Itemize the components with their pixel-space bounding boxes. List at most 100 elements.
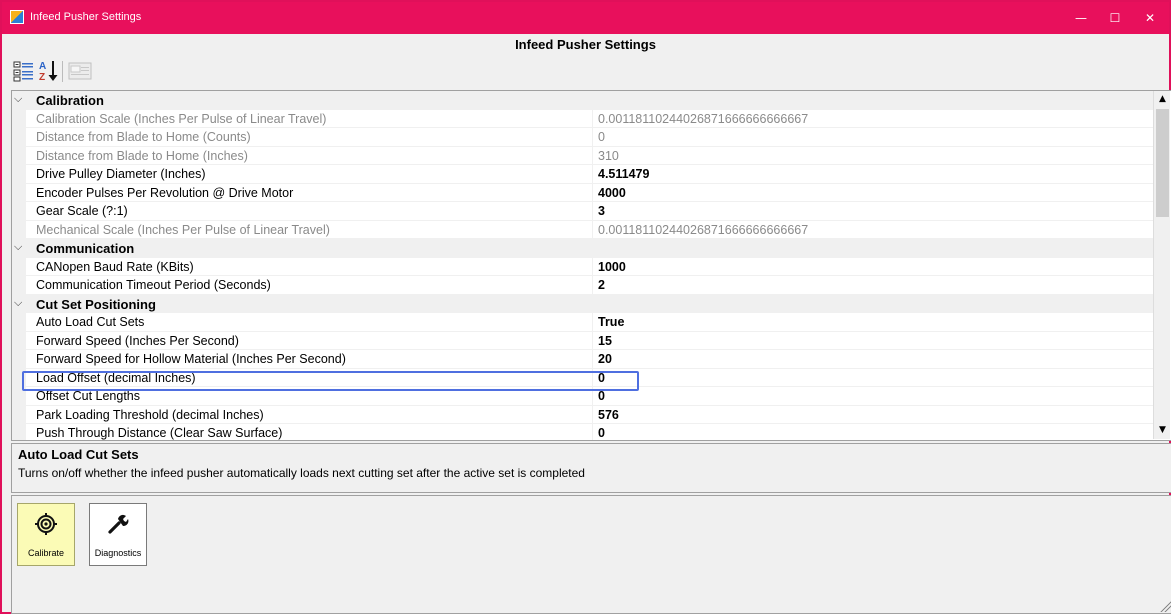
column-divider: [592, 257, 593, 275]
property-row[interactable]: Push Through Distance (Clear Saw Surface…: [12, 424, 1154, 440]
property-name: Distance from Blade to Home (Inches): [36, 148, 248, 163]
calibrate-button[interactable]: Calibrate: [17, 503, 75, 566]
property-value[interactable]: 1000: [598, 260, 626, 274]
category-row[interactable]: ⌵ Cut Set Positioning: [12, 294, 1154, 313]
property-value: 0.00118110244026871666666666667: [598, 222, 809, 237]
settings-window: Infeed Pusher Settings — ☐ ✕ Infeed Push…: [0, 0, 1171, 614]
property-name: Drive Pulley Diameter (Inches): [36, 167, 206, 181]
alphabetical-button[interactable]: A Z: [37, 58, 61, 84]
row-gutter: [12, 313, 26, 331]
property-value[interactable]: 20: [598, 352, 612, 366]
column-divider: [592, 424, 593, 440]
row-gutter: [12, 165, 26, 183]
target-icon: [35, 513, 57, 535]
help-title: Auto Load Cut Sets: [18, 447, 139, 462]
property-row[interactable]: Distance from Blade to Home (Inches) 310: [12, 146, 1154, 165]
column-divider: [592, 109, 593, 127]
row-gutter: [12, 109, 26, 127]
property-row[interactable]: Forward Speed for Hollow Material (Inche…: [12, 350, 1154, 369]
property-value[interactable]: 0: [598, 389, 605, 403]
property-value[interactable]: 2: [598, 278, 605, 292]
property-row[interactable]: Drive Pulley Diameter (Inches) 4.511479: [12, 165, 1154, 184]
property-row[interactable]: Distance from Blade to Home (Counts) 0: [12, 128, 1154, 147]
chevron-down-icon[interactable]: ⌵: [14, 296, 26, 310]
resize-grip[interactable]: [1159, 600, 1171, 612]
column-divider: [592, 128, 593, 146]
title-bar[interactable]: Infeed Pusher Settings — ☐ ✕: [2, 2, 1169, 34]
property-name: Gear Scale (?:1): [36, 204, 128, 218]
scroll-down-icon[interactable]: ▼: [1154, 422, 1171, 439]
maximize-button[interactable]: ☐: [1098, 2, 1132, 34]
property-name: Forward Speed for Hollow Material (Inche…: [36, 352, 346, 366]
category-label: Communication: [36, 241, 135, 256]
property-value[interactable]: 4.511479: [598, 167, 649, 181]
property-name: Push Through Distance (Clear Saw Surface…: [36, 426, 283, 440]
property-value: 0.00118110244026871666666666667: [598, 111, 809, 126]
property-row[interactable]: Park Loading Threshold (decimal Inches) 5…: [12, 405, 1154, 424]
help-description: Turns on/off whether the infeed pusher a…: [18, 466, 585, 480]
property-value[interactable]: True: [598, 315, 624, 329]
property-value: 310: [598, 148, 619, 163]
column-divider: [592, 165, 593, 183]
property-row[interactable]: Calibration Scale (Inches Per Pulse of L…: [12, 109, 1154, 128]
row-gutter: [12, 257, 26, 275]
column-divider: [592, 405, 593, 423]
property-name: CANopen Baud Rate (KBits): [36, 259, 194, 274]
scroll-up-icon[interactable]: ▲: [1154, 91, 1171, 108]
column-divider: [592, 313, 593, 331]
property-row[interactable]: Mechanical Scale (Inches Per Pulse of Li…: [12, 220, 1154, 239]
property-row[interactable]: Communication Timeout Period (Seconds) 2: [12, 276, 1154, 295]
minimize-button[interactable]: —: [1064, 2, 1098, 34]
svg-text:Z: Z: [39, 72, 45, 83]
chevron-down-icon[interactable]: ⌵: [14, 92, 26, 106]
app-icon: [10, 10, 24, 24]
property-value[interactable]: 0: [598, 426, 605, 440]
action-panel: Calibrate Diagnostics: [11, 495, 1171, 614]
wrench-icon: [108, 514, 129, 534]
chevron-down-icon[interactable]: ⌵: [14, 240, 26, 254]
property-row[interactable]: Encoder Pulses Per Revolution @ Drive Mo…: [12, 183, 1154, 202]
column-divider: [592, 202, 593, 220]
selection-highlight: [22, 371, 639, 391]
alphabetical-sort-icon: A Z: [39, 61, 58, 83]
property-name: Offset Cut Lengths: [36, 389, 140, 403]
property-value: 0: [598, 130, 605, 144]
property-row[interactable]: CANopen Baud Rate (KBits) 1000: [12, 257, 1154, 276]
property-value[interactable]: 576: [598, 408, 619, 422]
property-name: Forward Speed (Inches Per Second): [36, 333, 239, 348]
calibrate-label: Calibrate: [27, 548, 65, 558]
property-value[interactable]: 15: [598, 334, 612, 348]
property-name: Communication Timeout Period (Seconds): [36, 278, 271, 292]
diagnostics-label: Diagnostics: [94, 548, 142, 558]
window-title: Infeed Pusher Settings: [30, 11, 142, 23]
category-row[interactable]: ⌵ Communication: [12, 239, 1154, 258]
categorized-button[interactable]: [12, 58, 36, 84]
property-value[interactable]: 4000: [598, 186, 626, 200]
property-pages-icon: [68, 62, 92, 80]
svg-text:A: A: [39, 61, 46, 72]
column-divider: [592, 183, 593, 201]
vertical-scrollbar[interactable]: ▲ ▼: [1153, 91, 1170, 439]
column-divider: [592, 331, 593, 349]
property-name: Encoder Pulses Per Revolution @ Drive Mo…: [36, 185, 294, 200]
property-value[interactable]: 3: [598, 204, 605, 218]
category-row[interactable]: ⌵ Calibration: [12, 91, 1154, 110]
diagnostics-button[interactable]: Diagnostics: [89, 503, 147, 566]
property-row[interactable]: Gear Scale (?:1) 3: [12, 202, 1154, 221]
property-name: Mechanical Scale (Inches Per Pulse of Li…: [36, 222, 330, 237]
column-divider: [592, 220, 593, 238]
column-divider: [592, 350, 593, 368]
row-gutter: [12, 424, 26, 440]
close-button[interactable]: ✕: [1133, 2, 1167, 34]
property-name: Park Loading Threshold (decimal Inches): [36, 407, 264, 422]
property-name: Distance from Blade to Home (Counts): [36, 130, 251, 144]
help-pane: Auto Load Cut Sets Turns on/off whether …: [11, 443, 1171, 493]
row-gutter: [12, 350, 26, 368]
property-pages-button[interactable]: [66, 58, 94, 84]
scroll-thumb[interactable]: [1156, 109, 1169, 217]
property-row[interactable]: Forward Speed (Inches Per Second) 15: [12, 331, 1154, 350]
row-gutter: [12, 146, 26, 164]
row-gutter: [12, 276, 26, 294]
row-gutter: [12, 128, 26, 146]
property-row[interactable]: Auto Load Cut Sets True: [12, 313, 1154, 332]
